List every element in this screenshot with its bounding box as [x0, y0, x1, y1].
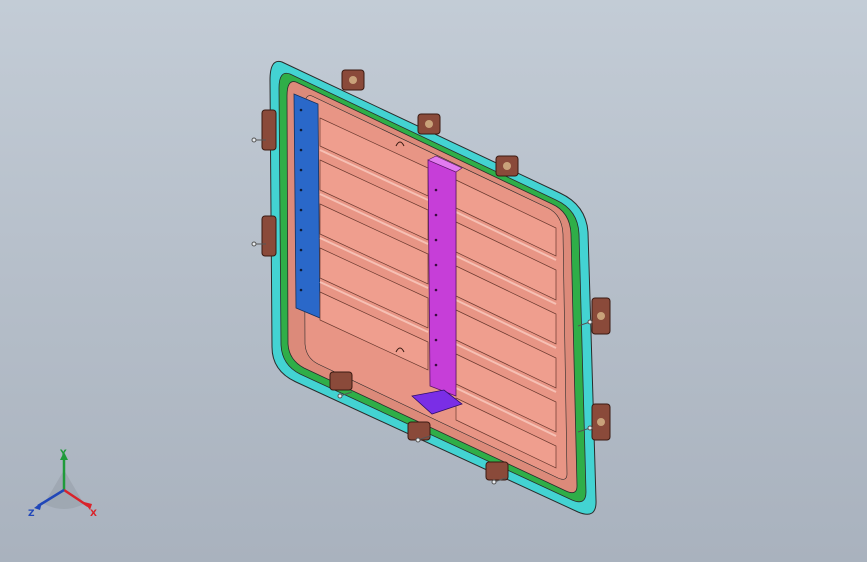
bracket-bottom-3	[485, 461, 509, 481]
bracket-right-2	[591, 403, 611, 441]
bracket-right-1	[591, 297, 611, 335]
bracket-top-2	[417, 113, 441, 135]
triad-y-label: Y	[59, 449, 67, 459]
bracket-top-1	[341, 69, 365, 91]
center-beam[interactable]	[427, 159, 457, 397]
bracket-left-2	[261, 215, 277, 257]
axis-triad: Y X Z	[28, 449, 97, 519]
battery-tray-model[interactable]	[0, 0, 867, 562]
bracket-bottom-1	[329, 371, 353, 391]
triad-z-label: Z	[28, 509, 35, 519]
triad-x-label: X	[90, 509, 97, 519]
left-rail[interactable]	[293, 93, 321, 319]
cad-graphics-viewport[interactable]: Y X Z	[0, 0, 867, 562]
bracket-left-1	[261, 109, 277, 151]
bracket-top-3	[495, 155, 519, 177]
